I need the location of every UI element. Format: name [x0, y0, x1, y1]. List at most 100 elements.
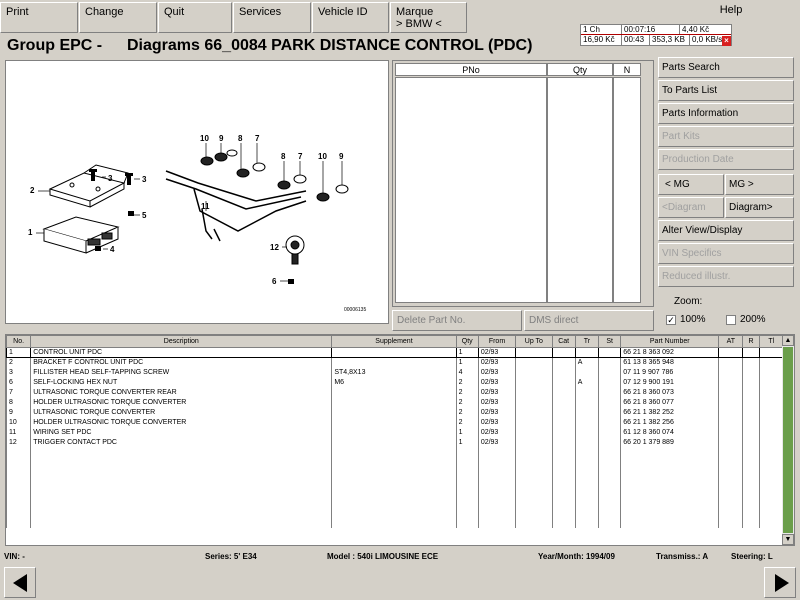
back-button[interactable]: [4, 567, 36, 598]
supplement-cell: [331, 397, 457, 408]
forward-button[interactable]: [764, 567, 796, 598]
data-transferred: 353,3 KB: [650, 35, 690, 45]
description-cell: ULTRASONIC TORQUE CONVERTER: [30, 407, 333, 418]
vehicle-id-label: Vehicle ID: [318, 6, 368, 18]
dms-direct-button[interactable]: DMS direct: [524, 310, 654, 331]
table-row[interactable]: 12 TRIGGER CONTACT PDC 1 02/93 66 20 1 379 8…: [6, 437, 785, 448]
empty-cell: [551, 507, 576, 518]
scroll-up-icon[interactable]: ▲: [782, 335, 794, 346]
table-row[interactable]: 8 HOLDER ULTRASONIC TORQUE CONVERTER 2 02/9…: [6, 397, 785, 408]
column-header[interactable]: Part Number: [620, 335, 720, 348]
parts-list-table[interactable]: No. Description Supplement Qty From Up To Cat T…: [5, 334, 795, 546]
alter-view-button[interactable]: Alter View/Display: [658, 220, 794, 241]
vin-specifics-button[interactable]: VIN Specifics: [658, 243, 794, 264]
diagram-panel[interactable]: 1 2 3 3 4 5 6 7 7 8 8 9 9 10 10 11 12 00…: [5, 60, 389, 324]
no-cell: 8: [6, 397, 32, 408]
page-title: Group EPC - Diagrams 66_0084 PARK DISTAN…: [7, 37, 532, 55]
n-column[interactable]: [613, 77, 641, 303]
zoom-100-option[interactable]: ✓ 100%: [666, 314, 706, 325]
delete-part-button[interactable]: Delete Part No.: [392, 310, 522, 331]
st-cell: [598, 357, 622, 368]
parts-search-button[interactable]: Parts Search: [658, 57, 794, 78]
table-row[interactable]: 1 CONTROL UNIT PDC 1 02/93 66 21 8 363 092: [6, 347, 785, 358]
selected-parts-table[interactable]: PNo Qty N: [392, 60, 654, 307]
tr-cell: [574, 427, 600, 438]
at-cell: [718, 367, 744, 378]
table-row[interactable]: 10 HOLDER ULTRASONIC TORQUE CONVERTER 2 02/…: [6, 417, 785, 428]
empty-cell: [574, 507, 600, 518]
table-row[interactable]: 3 FILLISTER HEAD SELF-TAPPING SCREW ST4,8X…: [6, 367, 785, 378]
part-number-cell: 66 21 1 382 252: [620, 407, 720, 418]
column-header[interactable]: Cat: [551, 335, 576, 348]
column-header[interactable]: R: [742, 335, 760, 348]
no-cell: 3: [6, 367, 32, 378]
st-cell: [598, 397, 622, 408]
column-header[interactable]: No.: [6, 335, 32, 348]
reduced-illustr-button[interactable]: Reduced illustr.: [658, 266, 794, 287]
qty-cell: 2: [455, 397, 479, 408]
prev-diagram-button[interactable]: <Diagram: [658, 197, 724, 218]
empty-cell: [574, 457, 600, 468]
quit-menu[interactable]: Quit: [158, 2, 232, 33]
table-row[interactable]: 6 SELF-LOCKING HEX NUT M6 2 02/93 A 07 12 9 90…: [6, 377, 785, 388]
checkbox-icon[interactable]: [726, 314, 736, 325]
table-row[interactable]: 11 WIRING SET PDC 1 02/93 61 12 8 360 074: [6, 427, 785, 438]
callout-8a: 8: [238, 134, 243, 143]
callout-11: 11: [201, 202, 210, 211]
column-header[interactable]: Qty: [455, 335, 479, 348]
next-mg-button[interactable]: MG >: [725, 174, 794, 195]
column-header[interactable]: St: [598, 335, 622, 348]
r-cell: [742, 387, 760, 398]
empty-cell: [574, 477, 600, 488]
supplement-cell: [331, 407, 457, 418]
next-diagram-button[interactable]: Diagram>: [725, 197, 794, 218]
column-header[interactable]: Description: [30, 335, 333, 348]
column-header[interactable]: Tl: [758, 335, 785, 348]
table-row[interactable]: 9 ULTRASONIC TORQUE CONVERTER 2 02/93 66 21 …: [6, 407, 785, 418]
empty-cell: [598, 487, 622, 498]
empty-cell: [598, 497, 622, 508]
arrow-left-icon: [13, 574, 27, 592]
qty-column[interactable]: [547, 77, 613, 303]
r-cell: [742, 397, 760, 408]
scroll-thumb[interactable]: [783, 347, 793, 533]
cat-cell: [551, 407, 576, 418]
marque-value: > BMW <: [396, 18, 442, 30]
st-cell: [598, 427, 622, 438]
vertical-scrollbar[interactable]: ▲ ▼: [782, 335, 794, 545]
empty-cell: [30, 497, 333, 508]
marque-menu[interactable]: Marque > BMW <: [390, 2, 467, 33]
no-cell: 10: [6, 417, 32, 428]
column-header[interactable]: From: [477, 335, 517, 348]
pno-header: PNo: [395, 63, 547, 76]
upto-cell: [515, 367, 553, 378]
column-header[interactable]: Tr: [574, 335, 600, 348]
checkbox-checked-icon[interactable]: ✓: [666, 314, 676, 325]
vehicle-id-menu[interactable]: Vehicle ID: [312, 2, 389, 33]
pno-column[interactable]: [395, 77, 547, 303]
services-label: Services: [239, 6, 282, 18]
print-menu[interactable]: Print: [0, 2, 78, 33]
column-header[interactable]: Up To: [515, 335, 553, 348]
empty-cell: [758, 477, 785, 488]
session-cost: 4,40 Kč: [682, 25, 710, 34]
from-cell: 02/93: [477, 417, 517, 428]
change-menu[interactable]: Change: [79, 2, 157, 33]
column-header[interactable]: Supplement: [331, 335, 457, 348]
empty-cell: [718, 457, 744, 468]
part-kits-button[interactable]: Part Kits: [658, 126, 794, 147]
production-date-button[interactable]: Production Date: [658, 149, 794, 170]
services-menu[interactable]: Services: [233, 2, 311, 33]
close-icon[interactable]: ×: [722, 36, 731, 46]
table-row[interactable]: 7 ULTRASONIC TORQUE CONVERTER REAR 2 02/93 6…: [6, 387, 785, 398]
parts-information-button[interactable]: Parts Information: [658, 103, 794, 124]
to-parts-list-button[interactable]: To Parts List: [658, 80, 794, 101]
zoom-200-option[interactable]: 200%: [726, 314, 766, 325]
scroll-down-icon[interactable]: ▼: [782, 534, 794, 545]
help-menu[interactable]: Help: [706, 4, 756, 16]
prev-mg-button[interactable]: < MG: [658, 174, 724, 195]
no-cell: 2: [6, 357, 32, 368]
column-header[interactable]: AT: [718, 335, 744, 348]
table-row[interactable]: 2 BRACKET F CONTROL UNIT PDC 1 02/93 A 61 13 …: [6, 357, 785, 368]
empty-cell: [574, 447, 600, 458]
